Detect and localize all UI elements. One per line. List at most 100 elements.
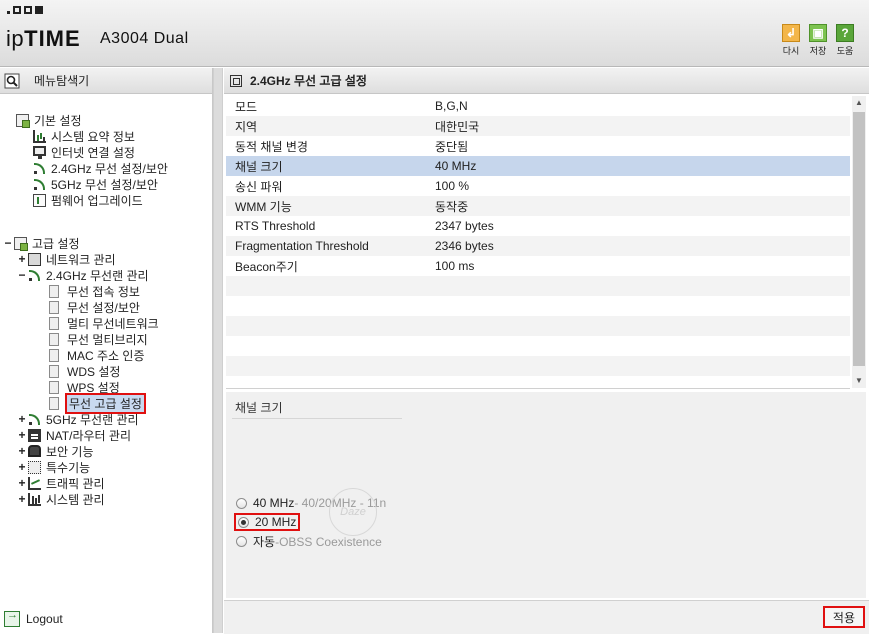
logout-link[interactable]: Logout [4, 609, 63, 627]
radio-20mhz-option[interactable]: 20 MHz [234, 513, 301, 531]
brand-time: TIME [24, 26, 81, 51]
help-button[interactable]: ? 도움 [834, 24, 856, 57]
grid-row[interactable]: 동적 채널 변경 중단됨 [226, 136, 850, 156]
radio-auto-note: -OBSS Coexistence [275, 534, 382, 549]
row-value: 중단됨 [435, 139, 469, 154]
tree-item-system-summary[interactable]: 시스템 요약 정보 [33, 128, 135, 144]
tree-item-24ghz-lan[interactable]: − 2.4GHz 무선랜 관리 [16, 267, 148, 283]
grid-row[interactable]: 모드 B,G,N [226, 96, 850, 116]
apply-button[interactable]: 적용 [822, 606, 865, 628]
tree-subitem[interactable]: 무선 멀티브리지 [49, 331, 148, 347]
traffic-icon [28, 476, 41, 490]
expand-icon[interactable]: + [16, 428, 28, 442]
search-icon [4, 73, 20, 88]
header-bar: ipTIME A3004 Dual ↲ 다시 ▣ 저장 ? 도움 [0, 0, 869, 67]
scroll-up-icon[interactable]: ▲ [852, 96, 866, 110]
tree-item-5ghz-wireless[interactable]: 5GHz 무선 설정/보안 [33, 176, 158, 192]
tree-label: 무선 멀티브리지 [67, 332, 148, 347]
window-icon [230, 74, 242, 87]
collapse-icon[interactable]: − [2, 236, 14, 250]
footer-bar: 적용 [224, 600, 869, 634]
folder-icon [16, 113, 30, 128]
page-icon [49, 316, 59, 330]
tree-item-firmware-upgrade[interactable]: 펌웨어 업그레이드 [33, 192, 143, 208]
tree-basic-settings[interactable]: 기본 설정 [16, 112, 82, 128]
expand-icon[interactable]: + [16, 476, 28, 490]
tree-subitem-selected[interactable]: 무선 고급 설정 [49, 392, 146, 414]
save-button[interactable]: ▣ 저장 [807, 24, 829, 57]
tree-item-24ghz-wireless[interactable]: 2.4GHz 무선 설정/보안 [33, 160, 168, 176]
grid-row-empty [226, 356, 850, 376]
brand-logo: ipTIME [6, 26, 81, 52]
system-icon [28, 492, 41, 506]
tree-item-internet-setup[interactable]: 인터넷 연결 설정 [33, 144, 135, 160]
wifi-icon [28, 413, 41, 426]
row-value: 100 % [435, 179, 470, 193]
grid-row[interactable]: 지역 대한민국 [226, 116, 850, 136]
tree-item-nat[interactable]: + NAT/라우터 관리 [16, 427, 131, 443]
grid-row-selected[interactable]: 채널 크기 40 MHz [226, 156, 850, 176]
grid-row[interactable]: WMM 기능 동작중 [226, 196, 850, 216]
radio-20mhz[interactable] [238, 516, 249, 528]
panel-splitter[interactable] [213, 68, 223, 633]
back-icon: ↲ [782, 24, 800, 42]
menu-explorer: 메뉴탐색기 기본 설정 시스템 요약 정보 인터넷 연결 설정 2.4GHz 무… [0, 68, 213, 633]
tree-item-traffic[interactable]: + 트래픽 관리 [16, 475, 105, 491]
expand-icon[interactable]: + [16, 492, 28, 506]
wifi-icon [28, 269, 41, 282]
tree-subitem[interactable]: 무선 설정/보안 [49, 299, 140, 315]
logo-dots [7, 6, 43, 14]
save-label: 저장 [809, 46, 827, 56]
expand-icon[interactable]: + [16, 444, 28, 458]
main-header: 2.4GHz 무선 고급 설정 [224, 68, 869, 94]
page-icon [49, 380, 59, 394]
row-value: 2347 bytes [435, 219, 494, 233]
firmware-icon [33, 193, 46, 207]
row-key: 송신 파워 [235, 179, 283, 194]
back-button[interactable]: ↲ 다시 [780, 24, 802, 57]
scroll-thumb[interactable] [853, 112, 865, 366]
save-icon: ▣ [809, 24, 827, 42]
collapse-icon[interactable]: − [16, 268, 28, 282]
tree-subitem[interactable]: 무선 접속 정보 [49, 283, 140, 299]
watermark-stamp: Daze [329, 488, 377, 536]
radio-auto-option[interactable]: 자동 -OBSS Coexistence [236, 533, 382, 550]
tree-item-network[interactable]: + 네트워크 관리 [16, 251, 116, 267]
vertical-scrollbar[interactable]: ▲ ▼ [852, 96, 866, 388]
tree-label: 트래픽 관리 [46, 476, 105, 491]
tree-label: 네트워크 관리 [46, 252, 116, 267]
expand-icon[interactable]: + [16, 460, 28, 474]
grid-row[interactable]: Beacon주기 100 ms [226, 256, 850, 276]
expand-icon[interactable]: + [16, 412, 28, 426]
tree-item-special[interactable]: + 특수기능 [16, 459, 90, 475]
radio-40mhz-label: 40 MHz [253, 496, 295, 510]
radio-auto[interactable] [236, 536, 247, 547]
tree-label: NAT/라우터 관리 [46, 428, 131, 443]
grid-row[interactable]: Fragmentation Threshold 2346 bytes [226, 236, 850, 256]
tree-subitem[interactable]: WDS 설정 [49, 363, 120, 379]
scroll-down-icon[interactable]: ▼ [852, 374, 866, 388]
grid-row-empty [226, 276, 850, 296]
tree-subitem[interactable]: MAC 주소 인증 [49, 347, 145, 363]
help-icon: ? [836, 24, 854, 42]
tree-label: WDS 설정 [67, 364, 121, 379]
tree-subitem[interactable]: 멀티 무선네트워크 [49, 315, 159, 331]
tree-item-system[interactable]: + 시스템 관리 [16, 491, 104, 507]
logout-icon [4, 609, 20, 627]
special-icon [28, 460, 41, 474]
row-key: 채널 크기 [235, 159, 283, 174]
tree-advanced-settings[interactable]: − 고급 설정 [2, 235, 80, 251]
expand-icon[interactable]: + [16, 252, 28, 266]
radio-40mhz[interactable] [236, 497, 247, 509]
grid-row[interactable]: 송신 파워 100 % [226, 176, 850, 196]
monitor-icon [33, 145, 46, 159]
page-icon [49, 300, 59, 314]
tree-item-security[interactable]: + 보안 기능 [16, 443, 93, 459]
row-value: B,G,N [435, 99, 468, 113]
tree-item-5ghz-lan[interactable]: + 5GHz 무선랜 관리 [16, 411, 138, 427]
row-key: WMM 기능 [235, 199, 292, 214]
row-key: RTS Threshold [235, 219, 316, 233]
row-value: 대한민국 [435, 119, 480, 134]
row-key: Beacon주기 [235, 259, 298, 274]
grid-row[interactable]: RTS Threshold 2347 bytes [226, 216, 850, 236]
